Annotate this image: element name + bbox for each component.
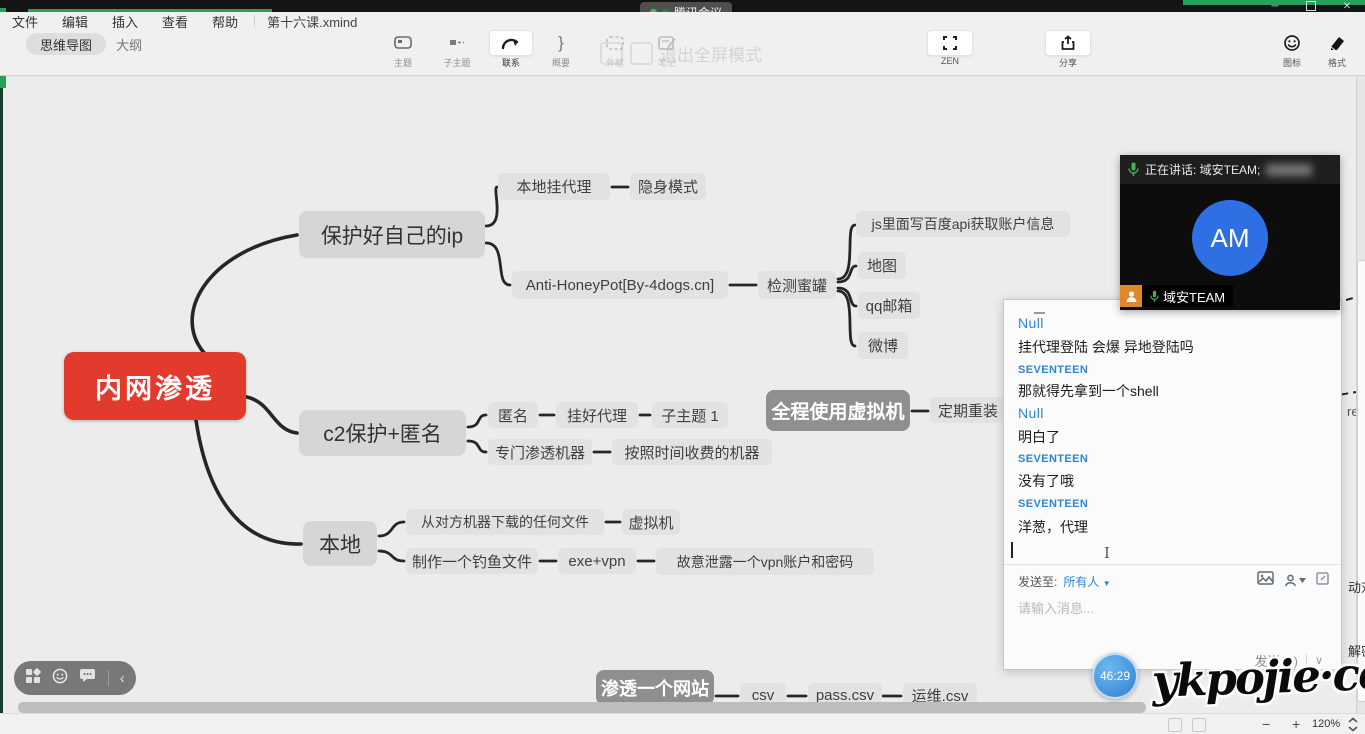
mindmap-node[interactable]: 故意泄露一个vpn账户和密码 [656,548,874,575]
mindmap-node[interactable]: qq邮箱 [858,292,920,319]
mindmap-node[interactable]: c2保护+匿名 [299,410,466,456]
mindmap-node[interactable]: Anti-HoneyPot[By-4dogs.cn] [512,271,728,299]
zoom-stepper[interactable] [1348,717,1358,734]
horizontal-scrollbar[interactable] [18,702,1146,713]
mindmap-node[interactable]: 本地挂代理 [498,173,610,200]
meeting-chat-panel: Null 挂代理登陆 会爆 异地登陆吗 SEVENTEEN 那就得先拿到一个sh… [1003,299,1342,670]
speaking-header: 正在讲话: 域安TEAM; [1120,155,1340,184]
send-to-select[interactable]: 所有人 ▼ [1063,573,1110,590]
overview-icon[interactable] [1192,718,1206,732]
chat-message: 挂代理登陆 会爆 异地登陆吗 [1018,337,1194,357]
chat-message: 明白了 [1018,427,1060,447]
image-attach-icon[interactable] [1257,571,1274,590]
zoom-level: 120% [1312,718,1340,730]
chat-sender: Null [1018,315,1044,331]
mindmap-node[interactable]: 全程使用虚拟机 [766,390,910,431]
host-badge-icon [1120,285,1142,307]
maximize-button[interactable] [1300,0,1322,12]
screen: ─ ✕ 腾讯会议 文件 编辑 插入 查看 帮助 第十六课.xmind 思维导图 … [0,0,1365,734]
mindmap-node[interactable]: 保护好自己的ip [299,211,485,258]
minimize-button[interactable]: ─ [1264,0,1286,12]
mindmap-node[interactable]: 挂好代理 [556,402,638,428]
meeting-timer[interactable]: 46:29 [1092,653,1138,699]
mindmap-node[interactable]: 地图 [858,252,906,279]
mindmap-node[interactable]: 匿名 [488,402,538,428]
chat-sender: SEVENTEEN [1018,364,1088,376]
ibeam-mouse-cursor: I [1104,544,1110,562]
zoom-in-button[interactable]: + [1292,716,1300,732]
mindmap-node[interactable]: 专门渗透机器 [488,439,592,465]
mindmap-node[interactable]: 检测蜜罐 [758,271,836,299]
statusbar: − + 120% [0,713,1365,734]
sheet-icon[interactable] [1168,718,1182,732]
mindmap-node[interactable]: 按照时间收费的机器 [612,439,772,465]
speaking-header-text: 正在讲话: 域安TEAM; [1145,161,1260,178]
mindmap-node[interactable]: 制作一个钓鱼文件 [406,548,538,574]
chat-message: 洋葱，代理 [1018,517,1088,537]
floating-toolbar-pill: ‹ [14,661,136,695]
mindmap-node[interactable]: 定期重装 [930,397,1006,423]
mindmap-node[interactable]: 虚拟机 [622,509,680,535]
mindmap-node[interactable]: 隐身模式 [630,173,706,200]
participant-label: 域安TEAM [1120,285,1233,307]
zoom-out-button[interactable]: − [1262,716,1270,732]
chat-message: 那就得先拿到一个shell [1018,381,1159,401]
mindmap-node[interactable]: 从对方机器下载的任何文件 [406,509,604,535]
chat-footer: 发送至: 所有人 ▼ 请输入消息... 发送 [1004,564,1341,565]
mindmap-node[interactable]: 本地 [303,521,377,566]
collapse-chevron-icon[interactable]: ‹ [120,671,125,686]
mic-icon [1128,162,1139,177]
vertical-scrollbar-thumb[interactable] [1357,260,1365,702]
pill-divider [108,670,109,686]
scrolled-message-remnant [1034,312,1045,314]
meeting-video-panel[interactable]: 正在讲话: 域安TEAM; AM 域安TEAM [1120,155,1340,310]
video-tile: AM 域安TEAM [1120,184,1340,310]
send-to-label: 发送至: [1018,573,1057,590]
participant-avatar: AM [1192,200,1268,276]
mic-icon [1150,290,1159,303]
close-button[interactable]: ✕ [1336,0,1358,12]
mindmap-node[interactable]: exe+vpn [558,548,636,574]
mindmap-node-central[interactable]: 内网渗透 [64,352,246,420]
mindmap-node[interactable]: 子主题 1 [652,402,728,428]
chat-input[interactable]: 请输入消息... [1018,598,1094,617]
mindmap-node[interactable]: 渗透一个网站 [596,670,714,705]
emoji-icon[interactable] [52,668,68,689]
side-fragment-top: 动对 [1348,577,1365,596]
mindmap-node[interactable]: js里面写百度api获取账户信息 [856,211,1070,237]
stickers-icon[interactable] [25,668,41,689]
participant-name: 域安TEAM [1163,287,1225,306]
mention-user-icon[interactable] [1284,574,1306,587]
chat-bubble-icon[interactable] [79,668,96,688]
text-cursor [1011,542,1013,558]
dropdown-caret-icon: ▼ [1103,579,1111,588]
blurred-name [1266,164,1312,176]
chat-sender: SEVENTEEN [1018,498,1088,510]
maximize-icon [1306,1,1316,11]
mindmap-node[interactable]: 微博 [858,332,908,359]
chat-sender: Null [1018,405,1044,421]
chat-sender: SEVENTEEN [1018,453,1088,465]
watermark: ykpojie·com [1151,645,1365,708]
chat-message: 没有了哦 [1018,471,1074,491]
popout-icon[interactable] [1316,572,1329,590]
